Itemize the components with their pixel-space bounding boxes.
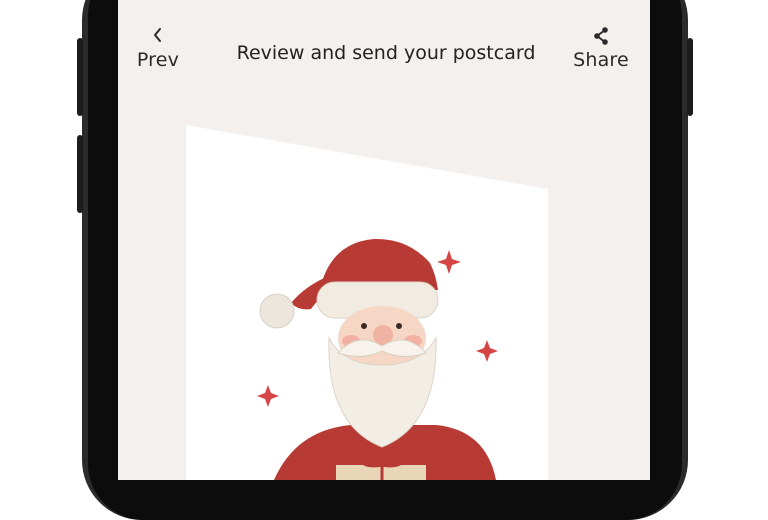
postcard-preview bbox=[186, 125, 548, 480]
prev-label: Prev bbox=[136, 49, 180, 71]
prev-button[interactable]: Prev bbox=[118, 26, 198, 71]
app-screen: Prev Review and send your postcard Share bbox=[118, 0, 650, 480]
chevron-left-icon bbox=[118, 26, 198, 48]
page-title: Review and send your postcard bbox=[236, 42, 536, 64]
volume-down-button bbox=[77, 135, 83, 213]
share-icon bbox=[561, 26, 641, 48]
santa-illustration bbox=[257, 238, 498, 480]
volume-up-button bbox=[77, 38, 83, 116]
power-button bbox=[687, 38, 693, 116]
share-button[interactable]: Share bbox=[561, 26, 641, 71]
share-label: Share bbox=[573, 49, 629, 71]
